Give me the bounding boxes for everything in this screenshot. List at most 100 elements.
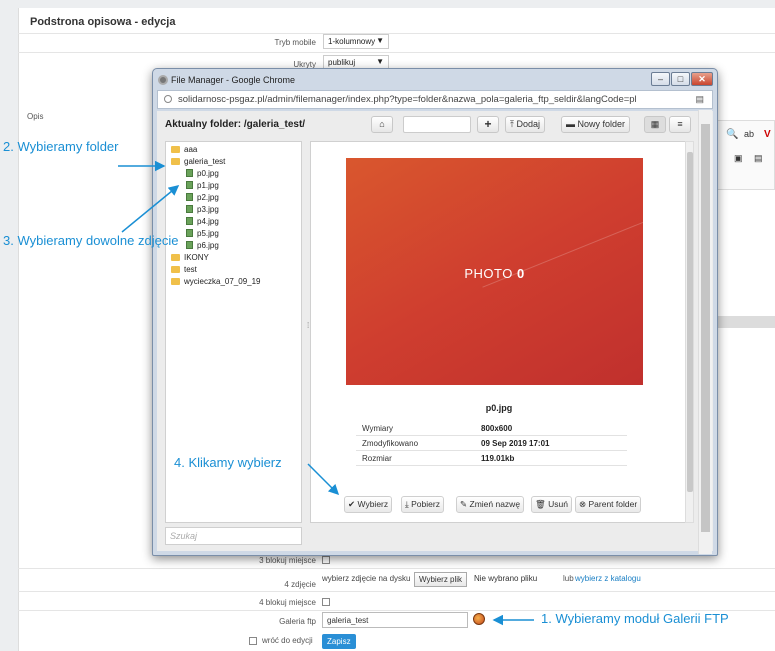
tree-file-p4[interactable]: p4.jpg <box>186 217 219 227</box>
tree-folder-aaa[interactable]: aaa <box>171 145 197 155</box>
download-button[interactable]: ⤓ Pobierz <box>401 496 444 513</box>
add-label: Dodaj <box>516 119 541 129</box>
rename-button[interactable]: ✎ Zmień nazwę <box>456 496 525 513</box>
divider <box>18 568 775 569</box>
image-icon <box>186 205 193 213</box>
tree-file-p5[interactable]: p5.jpg <box>186 229 219 239</box>
tree-label: test <box>184 265 197 274</box>
blokuj3-checkbox[interactable] <box>322 556 330 564</box>
tree-file-p6[interactable]: p6.jpg <box>186 241 219 251</box>
blokuj4-label: 4 blokuj miejsce <box>259 598 316 607</box>
folder-icon <box>171 278 180 285</box>
save-button[interactable]: Zapisz <box>322 634 356 649</box>
tree-file-p3[interactable]: p3.jpg <box>186 205 219 215</box>
info-row: Rozmiar 119.01kb <box>356 452 627 466</box>
popup-scrollbar[interactable] <box>698 110 712 554</box>
tree-label: p1.jpg <box>197 181 219 190</box>
copy-icon[interactable]: ▤ <box>754 153 763 164</box>
file-name: p0.jpg <box>485 403 513 413</box>
preview-scrollbar[interactable] <box>685 141 694 523</box>
image-icon <box>186 193 193 201</box>
translate-icon[interactable]: ▤ <box>695 94 704 105</box>
tree-folder-wycieczka[interactable]: wycieczka_07_09_19 <box>171 277 261 287</box>
search-input[interactable]: Szukaj <box>165 527 302 545</box>
info-value: 800x600 <box>481 424 513 433</box>
plus-icon: + <box>484 117 492 131</box>
wroc-label: wróć do edycji <box>262 636 313 645</box>
scrollbar-thumb[interactable] <box>701 124 710 532</box>
file-manager: Aktualny folder: /galeria_test/ ⌂ + ⤒ Do… <box>157 111 713 551</box>
new-folder-button[interactable]: ▬ Nowy folder <box>561 116 631 133</box>
tree-folder-galeria-test[interactable]: galeria_test <box>171 157 225 167</box>
folder-icon <box>171 254 180 261</box>
page-title: Podstrona opisowa - edycja <box>30 16 176 28</box>
address-bar[interactable]: solidarnosc-psgaz.pl/admin/filemanager/i… <box>157 90 713 109</box>
window-titlebar[interactable]: File Manager - Google Chrome – □ ✕ <box>157 71 713 89</box>
tree-label: p3.jpg <box>197 205 219 214</box>
image-icon <box>186 241 193 249</box>
galeria-label: Galeria ftp <box>279 617 316 626</box>
plus-button[interactable]: + <box>477 116 499 133</box>
rename-label: Zmień nazwę <box>469 499 521 509</box>
catalog-link[interactable]: wybierz z katalogu <box>575 574 641 583</box>
gallery-picker-icon[interactable] <box>473 613 485 625</box>
chrome-icon <box>158 75 168 85</box>
galeria-ftp-input[interactable]: galeria_test <box>322 612 468 628</box>
paste-icon[interactable]: ▣ <box>734 153 743 164</box>
tree-label: wycieczka_07_09_19 <box>184 277 261 286</box>
list-view-button[interactable]: ≡ <box>669 116 691 133</box>
maximize-button[interactable]: □ <box>671 72 690 86</box>
info-value: 119.01kb <box>481 454 515 463</box>
close-button[interactable]: ✕ <box>691 72 713 86</box>
grid-view-button[interactable]: ▦ <box>644 116 666 133</box>
info-row: Wymiary 800x600 <box>356 422 627 436</box>
tree-label: p5.jpg <box>197 229 219 238</box>
add-button[interactable]: ⤒ Dodaj <box>505 116 546 133</box>
folder-icon <box>171 158 180 165</box>
delete-button[interactable]: 🗑 Usuń <box>531 496 573 513</box>
delete-label: Usuń <box>548 499 569 509</box>
home-button[interactable]: ⌂ <box>371 116 393 133</box>
tree-label: p0.jpg <box>197 169 219 178</box>
choose-file-button[interactable]: Wybierz plik <box>414 572 468 587</box>
blokuj4-checkbox[interactable] <box>322 598 330 606</box>
info-key: Zmodyfikowano <box>362 439 419 448</box>
tree-file-p2[interactable]: p2.jpg <box>186 193 219 203</box>
select-button[interactable]: ✔ Wybierz <box>344 496 393 513</box>
divider <box>18 591 775 592</box>
list-icon: ≡ <box>677 119 683 129</box>
new-folder-label: Nowy folder <box>577 119 626 129</box>
url-text: solidarnosc-psgaz.pl/admin/filemanager/i… <box>178 94 637 105</box>
annotation-step-2: 2. Wybieramy folder <box>3 139 119 154</box>
minimize-button[interactable]: – <box>651 72 670 86</box>
tree-label: aaa <box>184 145 198 154</box>
replace-icon[interactable]: ab <box>744 129 754 139</box>
file-status: Nie wybrano pliku <box>474 574 538 583</box>
tree-folder-ikony[interactable]: IKONY <box>171 253 209 263</box>
upload-file-field[interactable] <box>403 116 471 133</box>
opis-label: Opis <box>27 112 44 121</box>
chevron-down-icon: ▼ <box>376 36 384 45</box>
or-text: lub <box>563 574 574 583</box>
search-icon[interactable]: 🔍 <box>726 129 738 140</box>
tree-label: p6.jpg <box>197 241 219 250</box>
chevron-down-icon: ▼ <box>376 57 384 66</box>
image-icon <box>186 229 193 237</box>
zdjecie4-label: 4 zdjęcie <box>284 580 316 589</box>
file-manager-window: File Manager - Google Chrome – □ ✕ solid… <box>152 68 718 556</box>
tree-folder-test[interactable]: test <box>171 265 197 275</box>
current-folder-label: Aktualny folder: <box>165 119 242 130</box>
tryb-mobile-select[interactable]: 1-kolumnowy ▼ <box>323 34 389 49</box>
spellcheck-icon[interactable]: V <box>764 129 771 140</box>
image-icon <box>186 217 193 225</box>
tree-file-p1[interactable]: p1.jpg <box>186 181 219 191</box>
photo-preview: PHOTO 0 <box>346 158 650 385</box>
wroc-checkbox[interactable] <box>249 637 257 645</box>
image-icon <box>186 169 193 177</box>
info-value: 09 Sep 2019 17:01 <box>481 439 550 448</box>
tree-file-p0[interactable]: p0.jpg <box>186 169 219 179</box>
back-circle-icon: ⊗ <box>579 499 587 509</box>
grid-icon: ▦ <box>650 119 660 129</box>
parent-folder-button[interactable]: ⊗ Parent folder <box>575 496 642 513</box>
scrollbar-thumb[interactable] <box>687 152 693 492</box>
